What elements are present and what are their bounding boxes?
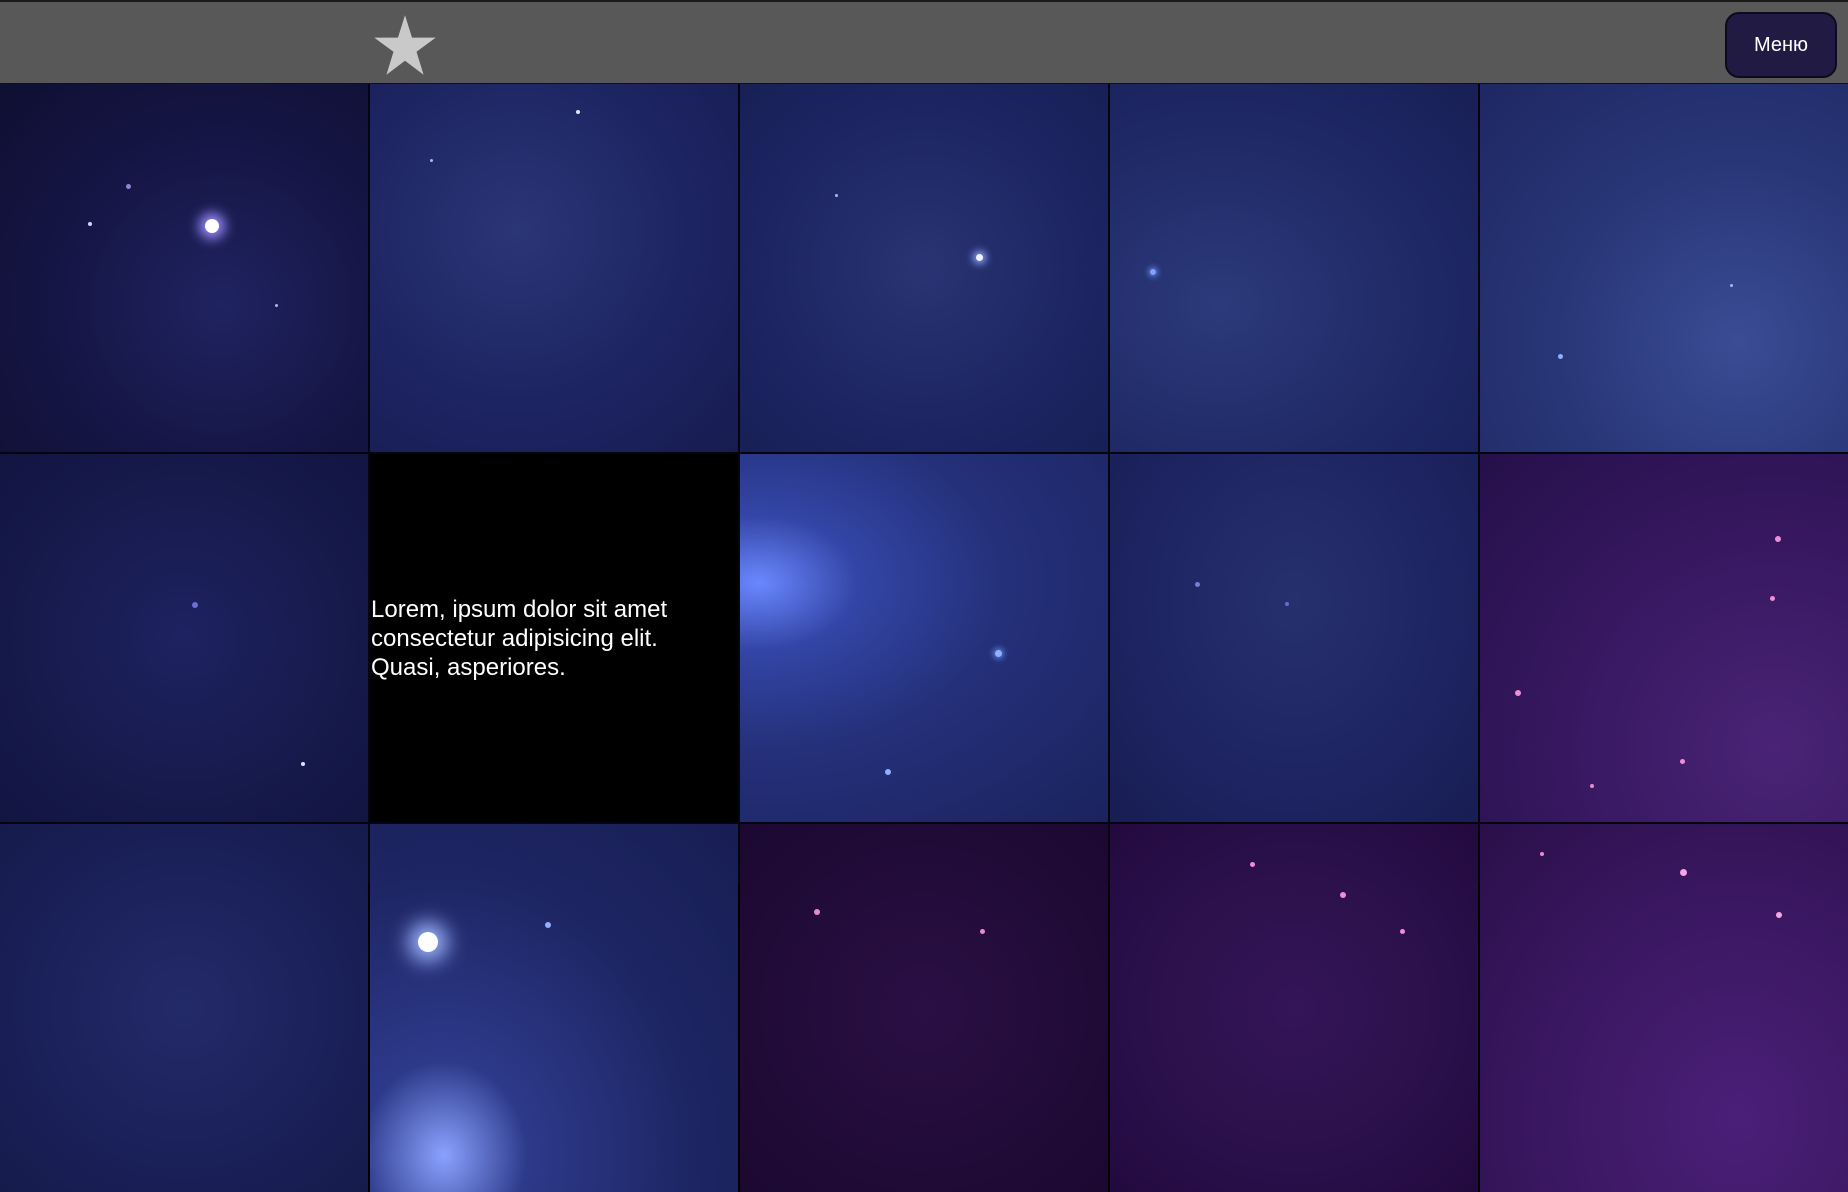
star-glint	[1730, 284, 1733, 287]
gallery-tile[interactable]	[740, 824, 1108, 1192]
star-glint	[1776, 912, 1782, 918]
star-glint	[88, 222, 92, 226]
star-glint	[1540, 852, 1544, 856]
star-glint	[576, 110, 580, 114]
star-glint	[1770, 596, 1775, 601]
star-glint	[1340, 892, 1346, 898]
gallery-tile[interactable]	[1480, 454, 1848, 822]
gallery-tile[interactable]	[1480, 824, 1848, 1192]
star-glint	[1515, 690, 1521, 696]
menu-button[interactable]: Меню	[1725, 12, 1837, 78]
star-glint	[814, 909, 820, 915]
star-glint	[976, 254, 983, 261]
star-glint	[1250, 862, 1255, 867]
star-glint	[275, 304, 278, 307]
star-glint	[995, 650, 1002, 657]
gallery-tile[interactable]	[1480, 84, 1848, 452]
star-glint	[1775, 536, 1781, 542]
star-glint	[126, 184, 131, 189]
star-glint	[1558, 354, 1563, 359]
star-glint	[1400, 929, 1405, 934]
star-glint	[545, 922, 551, 928]
lorem-text: Lorem, ipsum dolor sit amet consectetur …	[371, 595, 668, 681]
star-glint	[835, 194, 838, 197]
gallery-tile[interactable]	[370, 824, 738, 1192]
gallery-tile[interactable]	[1110, 454, 1478, 822]
image-gallery-grid: Lorem, ipsum dolor sit amet consectetur …	[0, 84, 1848, 1192]
top-navigation-bar: Меню	[0, 0, 1848, 84]
gallery-tile[interactable]	[0, 454, 368, 822]
gallery-tile[interactable]	[1110, 84, 1478, 452]
gallery-tile[interactable]	[1110, 824, 1478, 1192]
star-glint	[1590, 784, 1594, 788]
star-glint	[192, 602, 198, 608]
gallery-tile[interactable]	[0, 824, 368, 1192]
star-glint	[1150, 269, 1156, 275]
gallery-tile[interactable]	[740, 84, 1108, 452]
star-glint	[418, 932, 438, 952]
gallery-tile[interactable]	[370, 84, 738, 452]
gallery-tile[interactable]	[0, 84, 368, 452]
star-glint	[1680, 869, 1687, 876]
star-glint	[980, 929, 985, 934]
star-glint	[430, 159, 433, 162]
gallery-tile[interactable]	[740, 454, 1108, 822]
star-glint	[885, 769, 891, 775]
star-icon[interactable]	[372, 14, 438, 78]
star-icon-graphic	[374, 15, 436, 75]
star-glint	[301, 762, 305, 766]
star-glint	[1195, 582, 1200, 587]
text-tile: Lorem, ipsum dolor sit amet consectetur …	[370, 454, 738, 822]
star-glint	[1285, 602, 1289, 606]
star-glint	[205, 219, 219, 233]
star-glint	[1680, 759, 1685, 764]
